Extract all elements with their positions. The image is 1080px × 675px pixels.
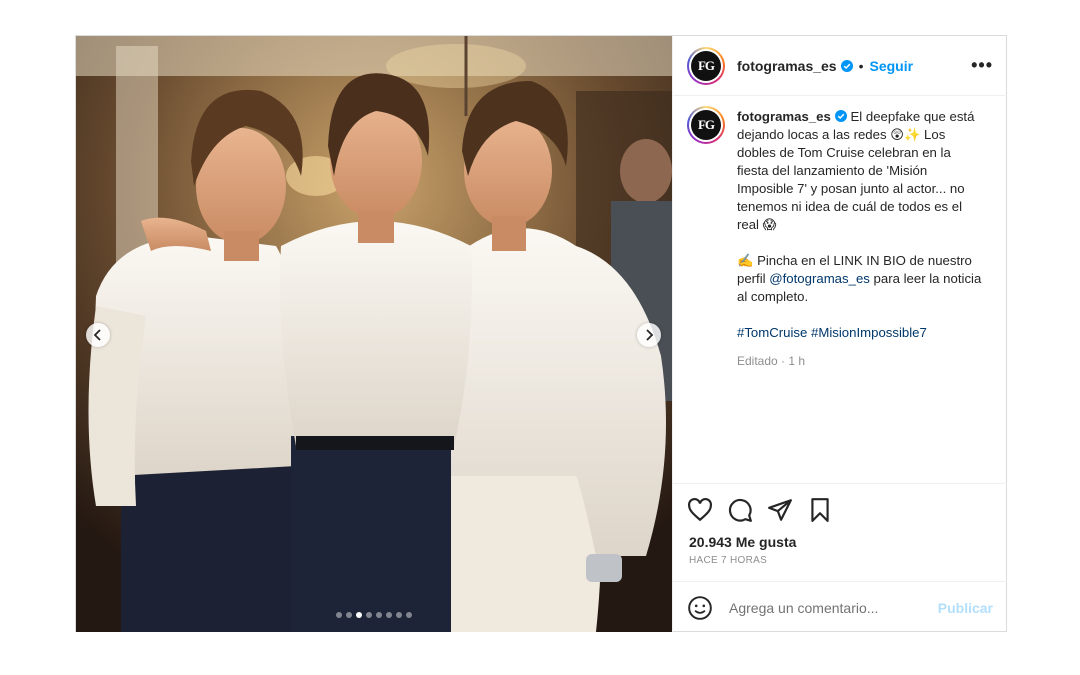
comment-icon[interactable] (727, 497, 753, 523)
caption-line-1: El deepfake que está dejando locas a las… (737, 109, 975, 232)
caption-username[interactable]: fotogramas_es (737, 109, 831, 124)
carousel-dot (336, 612, 342, 618)
action-icons (673, 484, 1007, 524)
carousel-dot (346, 612, 352, 618)
likes-count[interactable]: 20.943 Me gusta (673, 524, 1007, 550)
carousel-dot (376, 612, 382, 618)
separator-dot: • (858, 57, 864, 74)
follow-button[interactable]: Seguir (870, 58, 914, 74)
post-caption: FG fotogramas_es El deepfake que está de… (687, 106, 993, 370)
carousel-prev-button[interactable] (86, 323, 110, 347)
carousel-dot (386, 612, 392, 618)
heart-icon[interactable] (687, 497, 713, 523)
hashtags[interactable]: #TomCruise #MisionImpossible7 (737, 324, 982, 342)
more-options-button[interactable]: ••• (971, 55, 993, 76)
carousel-next-button[interactable] (637, 323, 661, 347)
avatar-logo: FG (691, 50, 721, 81)
verified-icon (834, 110, 847, 122)
instagram-post: FG fotogramas_es • Seguir ••• FG fotogra… (75, 35, 1007, 632)
carousel-dot (366, 612, 372, 618)
bookmark-icon[interactable] (807, 497, 833, 523)
verified-icon (840, 59, 853, 72)
photo-three-men (76, 36, 672, 632)
post-sidebar: FG fotogramas_es • Seguir ••• FG fotogra… (672, 36, 1007, 632)
avatar[interactable]: FG (687, 46, 725, 85)
carousel-dot (406, 612, 412, 618)
comment-input[interactable] (727, 598, 938, 617)
chevron-left-icon (93, 329, 101, 341)
share-icon[interactable] (767, 497, 793, 523)
post-actions: 20.943 Me gusta HACE 7 HORAS Publicar (673, 483, 1007, 633)
username-link[interactable]: fotogramas_es (737, 58, 837, 74)
post-image[interactable] (76, 36, 672, 632)
post-timestamp: HACE 7 HORAS (689, 555, 768, 566)
caption-avatar[interactable]: FG (687, 106, 725, 144)
chevron-right-icon (646, 329, 654, 341)
emoji-icon[interactable] (687, 595, 713, 621)
caption-text: fotogramas_es El deepfake que está dejan… (737, 108, 982, 370)
carousel-indicator (76, 612, 672, 618)
carousel-dot (396, 612, 402, 618)
edited-label: Editado · 1 h (737, 354, 806, 368)
post-header: FG fotogramas_es • Seguir ••• (673, 36, 1007, 96)
mention-link[interactable]: @fotogramas_es (769, 271, 870, 286)
publish-button[interactable]: Publicar (938, 600, 993, 616)
comment-box: Publicar (673, 581, 1007, 633)
carousel-dot (356, 612, 362, 618)
avatar-logo: FG (691, 110, 721, 140)
